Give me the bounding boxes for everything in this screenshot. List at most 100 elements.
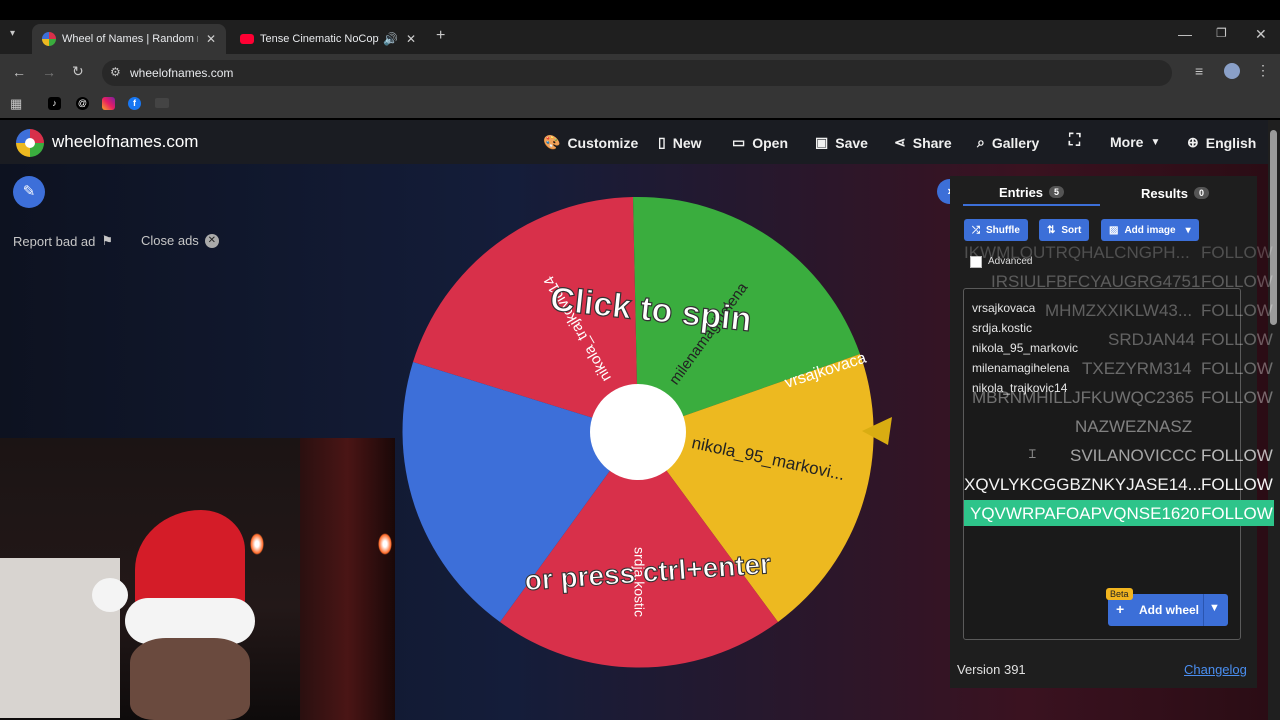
entry-line: vrsajkovaca — [972, 301, 1036, 315]
add-image-button[interactable]: ▨ Add image ▾ — [1101, 219, 1199, 241]
open-button[interactable]: ▭ Open — [732, 134, 788, 151]
share-label: Share — [912, 134, 952, 151]
overlay-row-name: SVILANOVICCC — [1070, 446, 1197, 465]
shuffle-icon: ⤮ — [972, 224, 980, 236]
sort-button[interactable]: ⇅ Sort — [1039, 219, 1090, 241]
site-logo-text[interactable]: wheelofnames.com — [52, 132, 198, 152]
add-wheel-label: Add wheel — [1139, 603, 1200, 617]
site-logo-icon[interactable] — [16, 129, 44, 157]
entry-line: nikola_95_markovic — [972, 341, 1079, 355]
overlay-row-name: MBRNMHILLJFKUWQC2365 — [972, 388, 1194, 407]
overlay-row-name: MHMZXXIKLW43... — [1045, 301, 1193, 320]
more-label: More — [1110, 134, 1144, 150]
globe-icon: ⊕ — [1187, 134, 1199, 150]
open-label: Open — [752, 134, 789, 151]
fullscreen-icon: ⛶ — [1069, 132, 1081, 149]
close-tab-icon[interactable]: ✕ — [406, 32, 416, 46]
file-icon: ▯ — [658, 134, 666, 150]
wheel-favicon-icon — [42, 32, 56, 46]
wheel-center[interactable] — [590, 384, 686, 480]
tab-results[interactable]: Results 0 — [1100, 180, 1250, 206]
cam-doorway — [300, 438, 395, 720]
entries-tab-label: Entries — [998, 184, 1044, 200]
overlay-row-name: SRDJAN44 — [1108, 330, 1195, 349]
overlay-follow: FOLLOW — [1201, 272, 1273, 291]
flag-icon: ⚑ — [101, 233, 114, 248]
save-label: Save — [835, 134, 868, 151]
search-icon: ⌕ — [977, 134, 985, 150]
overlay-follow: FOLLOW — [1201, 359, 1273, 378]
webcam-overlay — [0, 438, 395, 720]
report-bad-ad-label: Report bad ad — [13, 233, 96, 249]
address-bar[interactable]: ⚙ wheelofnames.com — [102, 60, 1172, 86]
report-bad-ad-link[interactable]: Report bad ad ⚑ — [13, 233, 113, 249]
entries-count-badge: 5 — [1049, 186, 1065, 198]
site-info-icon[interactable]: ⚙ — [110, 65, 121, 79]
tab-entries[interactable]: Entries 5 — [963, 180, 1100, 206]
tab-strip: ▾ Wheel of Names | Random nam ✕ Tense Ci… — [0, 20, 1280, 54]
overlay-row-name: IKWMLQUTRQHALCNGPH... — [964, 243, 1190, 262]
share-button[interactable]: ⋖ Share — [894, 134, 952, 151]
reload-icon[interactable]: ↻ — [72, 63, 84, 80]
wheel[interactable]: nikola_trajkovic14 milenamagihelena niko… — [398, 192, 878, 672]
customize-button[interactable]: 🎨 Customize — [543, 134, 638, 151]
wheel-pointer — [862, 417, 892, 445]
apps-grid-icon[interactable]: ▦ — [10, 96, 22, 112]
pencil-icon: ✎ — [22, 183, 36, 200]
edit-pencil-button[interactable]: ✎ — [13, 176, 45, 208]
profile-avatar[interactable] — [1224, 63, 1240, 79]
forward-icon[interactable]: → — [42, 64, 56, 80]
close-window-icon[interactable]: ✕ — [1255, 26, 1267, 43]
more-button[interactable]: More ▼ — [1110, 134, 1160, 150]
gallery-button[interactable]: ⌕ Gallery — [977, 134, 1039, 151]
close-tab-icon[interactable]: ✕ — [206, 32, 216, 46]
cam-neon-flame — [250, 533, 264, 555]
tab-title: Tense Cinematic NoCopyrig — [260, 33, 379, 45]
overlay-follow: FOLLOW — [1201, 475, 1273, 494]
save-button[interactable]: ▣ Save — [815, 134, 868, 151]
cam-face — [130, 638, 250, 720]
back-icon[interactable]: ← — [12, 64, 26, 80]
shuffle-button[interactable]: ⤮ Shuffle — [964, 219, 1028, 241]
tab-wheel-of-names[interactable]: Wheel of Names | Random nam ✕ — [32, 24, 226, 54]
new-button[interactable]: ▯ New — [658, 134, 702, 151]
restore-icon[interactable]: ❐ — [1216, 26, 1227, 40]
fullscreen-button[interactable]: ⛶ — [1069, 132, 1080, 150]
gallery-label: Gallery — [991, 134, 1040, 151]
cam-hat-pompom — [92, 578, 128, 612]
url-text: wheelofnames.com — [130, 66, 234, 80]
language-label: English — [1205, 134, 1257, 151]
changelog-link[interactable]: Changelog — [1184, 662, 1247, 677]
facebook-icon[interactable]: f — [128, 97, 141, 110]
new-label: New — [672, 134, 702, 151]
cam-santa-hat — [135, 510, 245, 610]
version-label: Version 391 — [957, 662, 1026, 677]
add-wheel-dropdown-icon[interactable]: ▼ — [1209, 602, 1220, 614]
minimize-icon[interactable]: — — [1178, 26, 1192, 42]
folder-icon: ▭ — [732, 134, 746, 150]
save-icon: ▣ — [815, 134, 829, 150]
tab-search-icon[interactable]: ▾ — [10, 28, 15, 39]
close-ads-link[interactable]: Close ads ✕ — [141, 233, 219, 248]
beta-badge: Beta — [1106, 588, 1133, 600]
overlay-row-name: YQVWRPAFOAPVQNSE1620 — [970, 504, 1200, 523]
media-control-icon[interactable]: ≡ — [1195, 63, 1203, 79]
overlay-follow: FOLLOW — [1201, 330, 1273, 349]
bookmark-icon[interactable] — [155, 98, 169, 108]
menu-icon[interactable]: ⋮ — [1256, 62, 1270, 79]
entry-line: milenamagihelena — [972, 361, 1070, 375]
language-button[interactable]: ⊕ English — [1187, 134, 1256, 151]
scrollbar-thumb[interactable] — [1270, 130, 1277, 325]
tiktok-icon[interactable]: ♪ — [48, 97, 61, 110]
new-tab-icon[interactable]: + — [436, 27, 445, 45]
image-icon: ▨ — [1109, 224, 1119, 236]
tab-youtube[interactable]: Tense Cinematic NoCopyrig 🔊 ✕ — [230, 24, 426, 54]
split-divider — [1203, 594, 1204, 626]
instagram-icon[interactable] — [102, 97, 115, 110]
overlay-row-name: NAZWEZNASZ — [1075, 417, 1193, 436]
shuffle-label: Shuffle — [986, 224, 1020, 236]
threads-icon[interactable]: @ — [76, 97, 89, 110]
overlay-row-name: TXEZYRM314 — [1082, 359, 1192, 378]
results-count-badge: 0 — [1193, 187, 1209, 199]
entry-line: srdja.kostic — [972, 321, 1033, 335]
